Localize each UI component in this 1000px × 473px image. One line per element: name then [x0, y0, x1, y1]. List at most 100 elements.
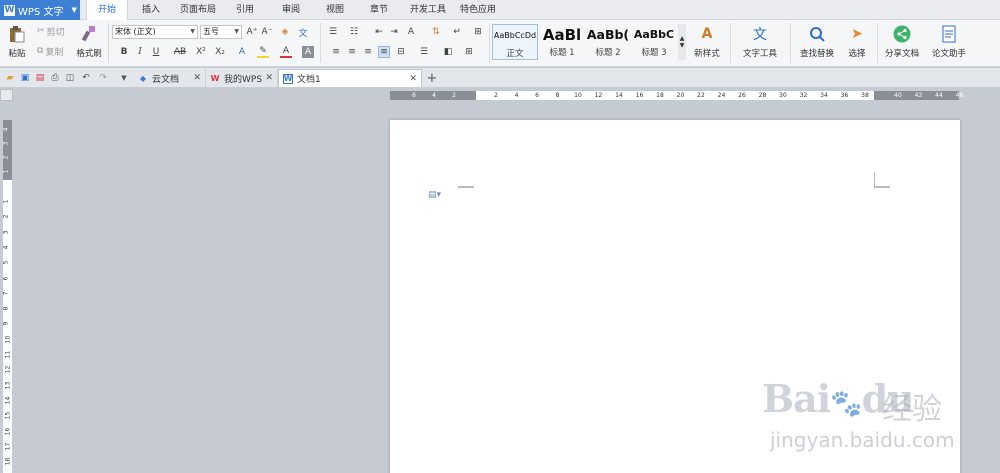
style-normal[interactable]: AaBbCcDd 正文	[492, 24, 538, 60]
italic-icon[interactable]: I	[134, 46, 146, 58]
share-doc-button[interactable]: 分享文档	[881, 24, 923, 59]
ruler-tick-label: 36	[840, 92, 849, 99]
open-folder-icon[interactable]: ▰	[4, 72, 16, 84]
export-pdf-icon[interactable]: ▤	[34, 72, 46, 84]
ruler-tick-label: 14	[4, 396, 12, 405]
thesis-helper-button[interactable]: 论文助手	[928, 24, 970, 59]
print-preview-icon[interactable]: ◫	[64, 72, 76, 84]
underline-icon[interactable]: U	[150, 46, 162, 58]
style-preview: AaBbCcDd	[493, 31, 537, 40]
ruler-tick-label: 6	[2, 276, 10, 280]
style-label: 正文	[506, 49, 524, 59]
tab-page-layout[interactable]: 页面布局	[176, 0, 220, 20]
doc-tab-cloud[interactable]: ◆ 云文档 ✕	[134, 69, 206, 87]
decrease-indent-icon[interactable]: ⇤	[373, 26, 385, 38]
redo-icon[interactable]: ↷	[97, 72, 109, 84]
clear-format-icon[interactable]: ◈	[279, 26, 291, 38]
numbered-list-icon[interactable]: ☷	[348, 26, 360, 38]
increase-indent-icon[interactable]: ⇥	[388, 26, 400, 38]
ruler-tick-label: 14	[615, 92, 623, 99]
save-icon[interactable]: ▣	[19, 72, 31, 84]
chinese-layout-icon[interactable]: A	[405, 26, 417, 38]
superscript-icon[interactable]: X²	[195, 46, 207, 58]
text-tools-button[interactable]: 文 文字工具	[736, 24, 784, 59]
ruler-tick-label: 18	[4, 457, 12, 466]
close-icon[interactable]: ✕	[265, 73, 273, 83]
style-heading-3[interactable]: AaBbC 标题 3	[632, 24, 676, 60]
ruler-tick-label: 11	[4, 350, 12, 359]
font-size-select[interactable]: 五号 ▼	[200, 25, 242, 39]
tab-review[interactable]: 审阅	[276, 0, 306, 20]
font-family-select[interactable]: 宋体 (正文) ▼	[112, 25, 198, 39]
ruler-tick-label: 10	[574, 92, 582, 99]
cut-label: 剪切	[46, 27, 65, 38]
baidu-watermark: Bai🐾du 经验 jingyan.baidu.com	[762, 368, 982, 468]
cut-button[interactable]: ✂ 剪切	[37, 25, 65, 38]
ruler-tick-label: 17	[4, 442, 12, 451]
close-icon[interactable]: ✕	[193, 73, 201, 83]
print-icon[interactable]: ⎙	[49, 72, 61, 84]
highlight-icon[interactable]: ✎	[257, 46, 269, 58]
grow-font-icon[interactable]: A⁺	[246, 26, 258, 38]
thesis-doc-icon	[939, 24, 959, 44]
text-effect-icon[interactable]: A	[236, 46, 248, 58]
char-shading-icon[interactable]: A	[302, 46, 314, 58]
tab-insert[interactable]: 插入	[136, 0, 166, 20]
new-style-button[interactable]: A 新样式	[690, 24, 724, 59]
ruler-tick-label: 46	[955, 92, 964, 99]
select-button[interactable]: ➤ 选择	[843, 24, 871, 59]
tab-home[interactable]: 开始	[86, 0, 128, 20]
subscript-icon[interactable]: X₂	[214, 46, 226, 58]
tab-view[interactable]: 视图	[320, 0, 350, 20]
menu-bar: W WPS 文字 ▼ 开始 插入 页面布局 引用 审阅 视图 章节 开发工具 特…	[0, 0, 1000, 20]
tab-references[interactable]: 引用	[230, 0, 260, 20]
horizontal-ruler[interactable]: 6 4 2 2 4 6 8 10 12 14 16 18 20 22 24 26 28 30 32 34 36 38 40 4…	[390, 91, 963, 100]
table-icon[interactable]: ⊞	[472, 26, 484, 38]
chevron-down-icon[interactable]: ▼	[118, 72, 130, 84]
tab-special[interactable]: 特色应用	[456, 0, 500, 20]
align-left-icon[interactable]: ≡	[330, 46, 342, 58]
tab-developer[interactable]: 开发工具	[406, 0, 450, 20]
undo-icon[interactable]: ↶	[80, 72, 92, 84]
strikethrough-icon[interactable]: AB	[172, 46, 188, 58]
ruler-tick-label: 5	[2, 260, 10, 265]
phonetic-guide-icon[interactable]: 文	[297, 26, 309, 39]
doc-tab-document1[interactable]: W 文档1 ✕	[278, 69, 422, 87]
borders-icon[interactable]: ⊞	[463, 46, 475, 58]
align-right-icon[interactable]: ≡	[362, 46, 374, 58]
distribute-icon[interactable]: ⊟	[395, 46, 407, 58]
app-menu-button[interactable]: W WPS 文字 ▼	[0, 0, 80, 20]
thesis-helper-label: 论文助手	[931, 49, 966, 59]
style-heading-1[interactable]: AaBl 标题 1	[540, 24, 584, 60]
vertical-ruler[interactable]: 4 3 2 1 1 2 3 4 5 6 7 8 9 10 11 12 13 14 15 16 17 18	[2, 120, 12, 473]
bullet-list-icon[interactable]: ☰	[327, 26, 339, 38]
paste-button[interactable]: 粘贴	[5, 24, 29, 59]
doc-tab-my-wps[interactable]: W 我的WPS ✕	[206, 69, 278, 87]
find-replace-button[interactable]: 查找替换	[794, 24, 840, 59]
wps-writer-window: W WPS 文字 ▼ 开始 插入 页面布局 引用 审阅 视图 章节 开发工具 特…	[0, 0, 1000, 473]
show-marks-icon[interactable]: ↵	[451, 26, 463, 38]
ruler-tick-label: 3	[2, 230, 10, 235]
tab-stop-selector[interactable]	[0, 89, 13, 101]
format-painter-button[interactable]: 格式刷	[74, 24, 104, 59]
justify-icon[interactable]: ≡	[378, 46, 390, 58]
wps-logo-icon: W	[210, 73, 220, 83]
font-color-icon[interactable]: A	[280, 46, 292, 58]
style-heading-2[interactable]: AaBb( 标题 2	[586, 24, 630, 60]
line-spacing-icon[interactable]: ☰	[418, 46, 430, 58]
ribbon-divider	[790, 23, 791, 63]
tab-chapter[interactable]: 章节	[364, 0, 394, 20]
new-tab-icon[interactable]: +	[426, 71, 438, 86]
shading-icon[interactable]: ◧	[442, 46, 454, 58]
bold-icon[interactable]: B	[118, 46, 130, 58]
shrink-font-icon[interactable]: A⁻	[261, 26, 273, 38]
style-preview: AaBb(	[586, 27, 630, 42]
clipboard-icon	[7, 24, 27, 44]
copy-button[interactable]: ⧉ 复制	[37, 45, 63, 58]
close-icon[interactable]: ✕	[409, 74, 417, 84]
paste-options-icon[interactable]: ▤▾	[428, 190, 441, 200]
align-center-icon[interactable]: ≡	[346, 46, 358, 58]
sort-icon[interactable]: ⇅	[430, 26, 442, 38]
format-painter-label: 格式刷	[76, 49, 102, 59]
styles-scroll[interactable]: ▲ ▼	[678, 24, 686, 60]
